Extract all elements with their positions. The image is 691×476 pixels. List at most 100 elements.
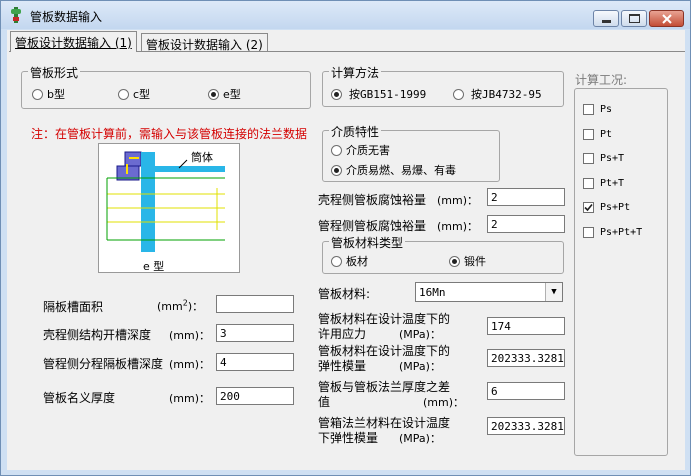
- tube-corrosion-input[interactable]: 2: [487, 215, 565, 233]
- minimize-button[interactable]: [593, 10, 619, 27]
- elastic-modulus-label-line2: 弹性模量: [318, 359, 367, 373]
- radio-gb151[interactable]: 按GB151-1999: [331, 86, 426, 102]
- radio-label: 介质无害: [346, 144, 390, 157]
- chevron-down-icon: ▼: [545, 283, 562, 301]
- radio-type-c[interactable]: c型: [118, 86, 150, 102]
- shell-groove-depth-input[interactable]: 3: [216, 324, 294, 342]
- radio-indicator: [208, 88, 219, 100]
- radio-type-b[interactable]: b型: [32, 86, 65, 102]
- shell-corrosion-unit: (mm)：: [437, 194, 479, 207]
- tube-corrosion-label: 管程侧管板腐蚀裕量: [318, 219, 427, 233]
- tab-panel: 管板形式 b型 c型 e型 注：在管板计算前，需输入与该管板连接的法兰数据 筒体…: [9, 51, 685, 470]
- close-button[interactable]: [649, 10, 684, 27]
- radio-medium-harmless[interactable]: 介质无害: [331, 142, 390, 158]
- allowable-stress-label-line2: 许用应力: [318, 327, 367, 341]
- maximize-button[interactable]: [621, 10, 647, 27]
- elastic-modulus-unit: (MPa)：: [399, 360, 441, 373]
- thickness-diff-input[interactable]: 6: [487, 382, 565, 400]
- partition-area-input[interactable]: [216, 295, 294, 313]
- minimize-icon: [602, 20, 611, 23]
- medium-group: 介质特性 介质无害 介质易燃、易爆、有毒: [322, 123, 500, 182]
- thickness-diff-label-line1: 管板与管板法兰厚度之差: [318, 380, 451, 394]
- thickness-diff-unit: (mm)：: [423, 396, 465, 409]
- radio-indicator: [331, 144, 342, 156]
- radio-forging[interactable]: 锻件: [449, 253, 486, 269]
- material-value: 16Mn: [419, 286, 446, 299]
- app-icon: [11, 7, 21, 23]
- e-type-drawing: [106, 151, 225, 252]
- nominal-thickness-input[interactable]: 200: [216, 387, 294, 405]
- checkbox-ps[interactable]: Ps: [583, 104, 612, 115]
- tubesheet-diagram: 筒体 e 型: [98, 143, 240, 273]
- tab-design-input-2[interactable]: 管板设计数据输入 (2): [141, 33, 268, 52]
- flange-modulus-label-line2: 下弹性模量: [318, 431, 379, 445]
- elastic-modulus-input[interactable]: 202333.3281: [487, 349, 565, 367]
- checkmark-icon: [584, 203, 593, 212]
- tube-partition-depth-label: 管程侧分程隔板槽深度: [43, 357, 164, 371]
- tube-partition-depth-input[interactable]: 4: [216, 353, 294, 371]
- title-bar: 管板数据输入: [1, 1, 690, 29]
- calc-method-group: 计算方法 按GB151-1999 按JB4732-95: [322, 64, 564, 107]
- shell-groove-depth-label: 壳程侧结构开槽深度: [43, 328, 152, 342]
- warning-note: 注：在管板计算前，需输入与该管板连接的法兰数据: [31, 127, 308, 141]
- tube-corrosion-unit: (mm)：: [437, 220, 479, 233]
- radio-indicator: [118, 88, 129, 100]
- shell-corrosion-label: 壳程侧管板腐蚀裕量: [318, 193, 427, 207]
- radio-type-e[interactable]: e型: [208, 86, 241, 102]
- radio-label: c型: [133, 88, 151, 101]
- group-title: 介质特性: [329, 123, 382, 140]
- radio-indicator: [331, 164, 342, 176]
- checkbox-label: Ps+Pt: [600, 202, 631, 213]
- radio-medium-hazardous[interactable]: 介质易燃、易爆、有毒: [331, 162, 456, 178]
- nominal-thickness-unit: (mm)：: [169, 392, 211, 405]
- radio-jb4732[interactable]: 按JB4732-95: [453, 86, 542, 102]
- allowable-stress-unit: (MPa)：: [399, 328, 441, 341]
- shell-corrosion-input[interactable]: 2: [487, 188, 565, 206]
- checkbox-pt[interactable]: Pt: [583, 129, 612, 140]
- radio-label: e型: [223, 88, 241, 101]
- radio-label: 板材: [346, 255, 368, 268]
- tab-design-input-1[interactable]: 管板设计数据输入 (1): [10, 31, 137, 52]
- checkbox-ps-pt[interactable]: Ps+Pt: [583, 202, 630, 213]
- main-window: 管板数据输入 管板设计数据输入 (1) 管板设计数据输入 (2) 管板形式 b型: [0, 0, 691, 476]
- window-title: 管板数据输入: [30, 10, 103, 24]
- group-title: 管板形式: [28, 64, 81, 81]
- partition-area-label: 隔板槽面积: [43, 300, 104, 314]
- checkbox-box: [583, 104, 594, 115]
- shell-label: 筒体: [191, 151, 213, 164]
- checkbox-ps-t[interactable]: Ps+T: [583, 153, 624, 164]
- material-select[interactable]: 16Mn ▼: [415, 282, 563, 302]
- conditions-group: Ps Pt Ps+T Pt+T Ps+Pt Ps+Pt+T: [574, 88, 668, 456]
- maximize-icon: [629, 14, 640, 23]
- tube-partition-depth-unit: (mm)：: [169, 358, 211, 371]
- radio-plate[interactable]: 板材: [331, 253, 368, 269]
- checkbox-ps-pt-t[interactable]: Ps+Pt+T: [583, 227, 642, 238]
- checkbox-box: [583, 129, 594, 140]
- group-title: 管板材料类型: [329, 234, 406, 251]
- checkbox-box: [583, 202, 594, 213]
- radio-indicator: [453, 88, 464, 100]
- allowable-stress-input[interactable]: 174: [487, 317, 565, 335]
- flange-modulus-input[interactable]: 202333.3281: [487, 417, 565, 435]
- flange-modulus-unit: (MPa)：: [399, 432, 441, 445]
- radio-label: 按JB4732-95: [471, 88, 542, 101]
- conditions-title: 计算工况:: [575, 73, 628, 87]
- checkbox-box: [583, 178, 594, 189]
- nominal-thickness-label: 管板名义厚度: [43, 391, 116, 405]
- radio-indicator: [331, 255, 342, 267]
- radio-label: 按GB151-1999: [349, 88, 427, 101]
- close-icon: [662, 14, 672, 24]
- partition-area-unit: (mm2)：: [157, 298, 204, 313]
- diagram-type-label: e 型: [143, 260, 165, 273]
- checkbox-label: Ps: [600, 104, 613, 115]
- group-title: 计算方法: [329, 64, 382, 81]
- checkbox-box: [583, 153, 594, 164]
- client-area: 管板设计数据输入 (1) 管板设计数据输入 (2) 管板形式 b型 c型 e型 …: [7, 30, 685, 470]
- material-label: 管板材料:: [318, 287, 371, 301]
- radio-label: b型: [47, 88, 65, 101]
- material-type-group: 管板材料类型 板材 锻件: [322, 234, 564, 274]
- checkbox-label: Pt+T: [600, 178, 625, 189]
- checkbox-label: Ps+T: [600, 153, 625, 164]
- checkbox-pt-t[interactable]: Pt+T: [583, 178, 624, 189]
- radio-indicator: [32, 88, 43, 100]
